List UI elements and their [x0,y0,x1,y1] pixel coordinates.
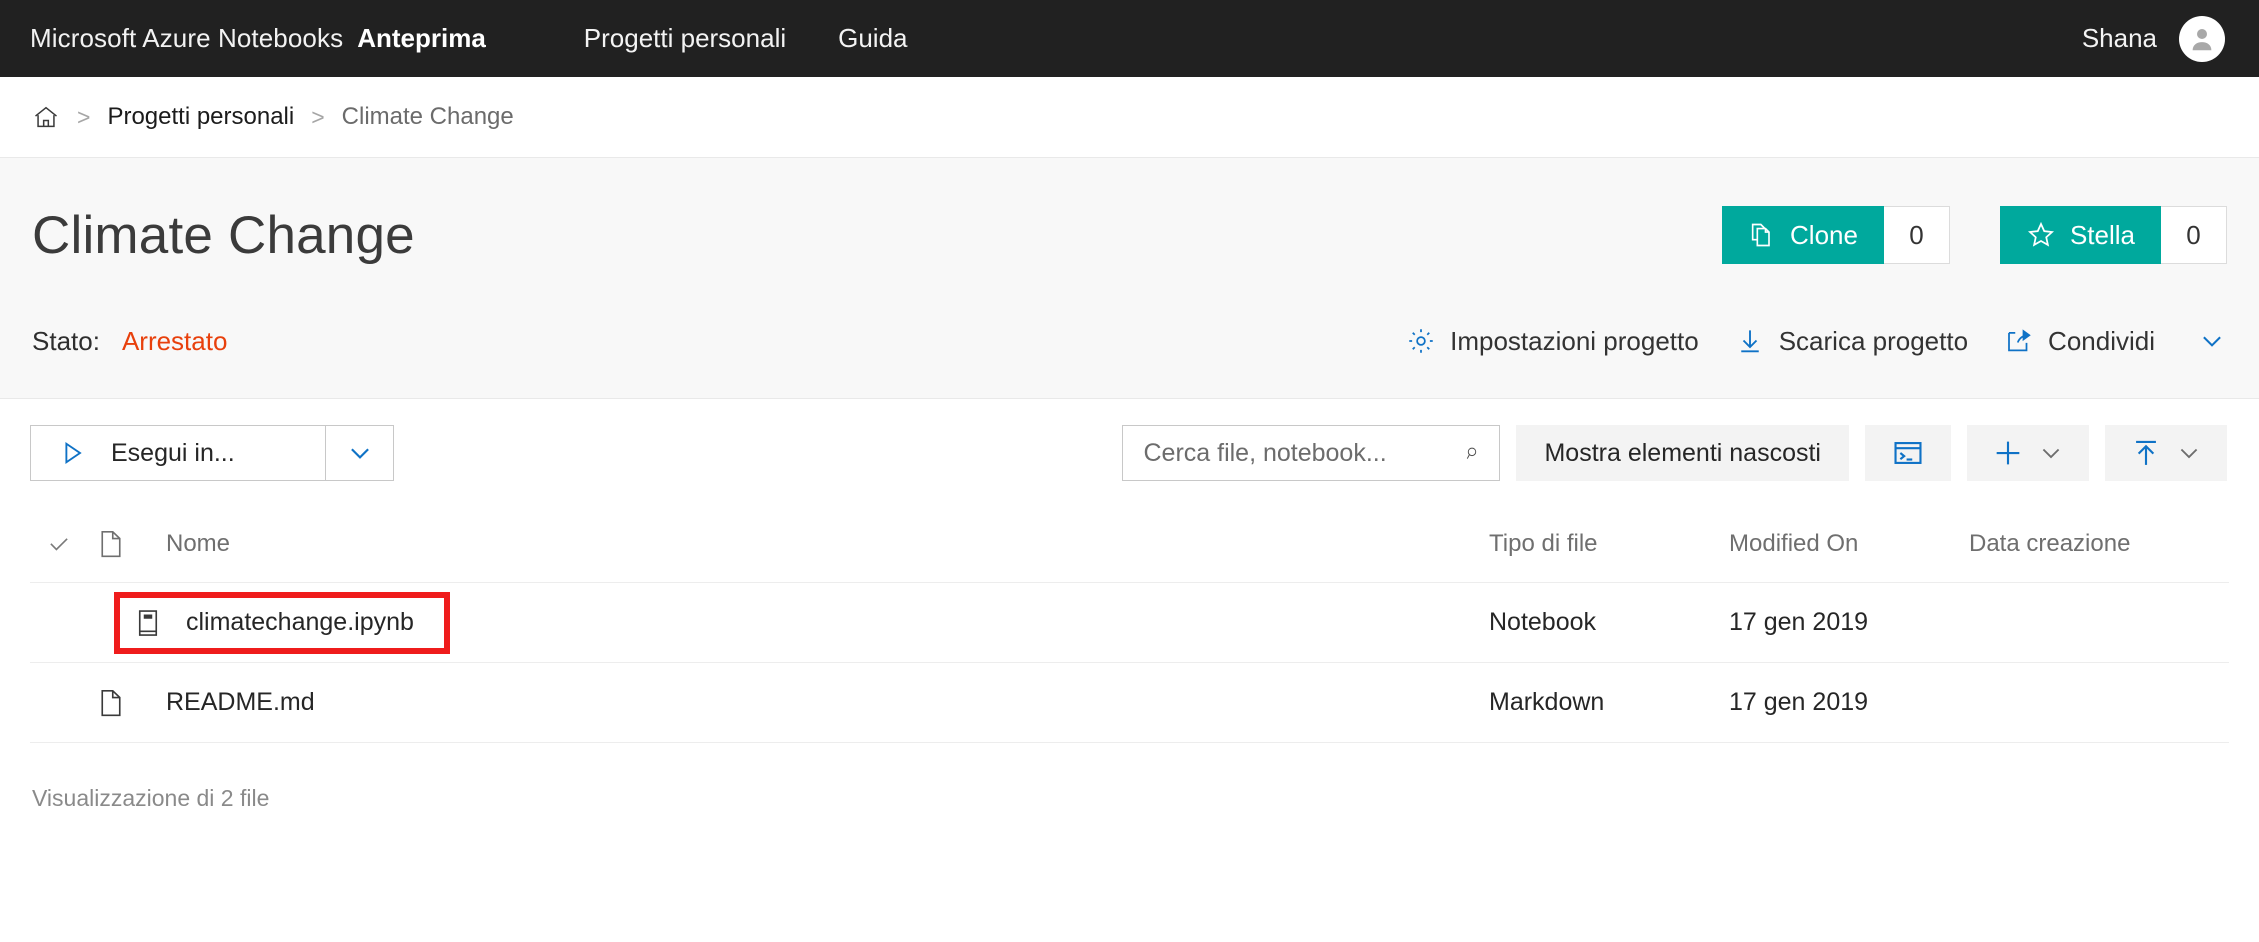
search-input[interactable] [1143,439,1465,468]
column-header-file-type[interactable]: Tipo di file [1489,530,1729,558]
upload-icon [2129,436,2163,470]
chevron-down-icon[interactable] [2175,439,2203,467]
run-in-button[interactable]: Esegui in... [30,425,326,481]
title-row: Climate Change Clone 0 [32,158,2227,298]
download-project-button[interactable]: Scarica progetto [1735,326,1968,357]
brand-logo-text[interactable]: Microsoft Azure Notebooks [30,23,343,54]
avatar[interactable] [2179,16,2225,62]
row-file-type: Notebook [1489,608,1729,637]
new-item-button[interactable] [1967,425,2089,481]
plus-icon [1991,436,2025,470]
star-icon [2026,220,2056,250]
file-icon [98,529,124,559]
row-file-type: Markdown [1489,688,1729,717]
column-header-name[interactable]: Nome [166,530,1489,558]
file-name-link[interactable]: README.md [166,688,315,717]
share-icon [2004,326,2034,356]
file-list-table: Nome Tipo di file Modified On Data creaz… [0,505,2259,743]
show-hidden-items-button[interactable]: Mostra elementi nascosti [1516,425,1849,481]
row-name-cell: README.md [166,688,1489,717]
column-header-modified-on[interactable]: Modified On [1729,530,1969,558]
status-action-links: Impostazioni progetto Scarica progetto C… [1406,326,2227,357]
table-header-row: Nome Tipo di file Modified On Data creaz… [30,505,2229,583]
upload-button[interactable] [2105,425,2227,481]
user-name-label: Shana [2082,23,2157,54]
status-row: Stato: Arrestato Impostazioni progetto S… [32,298,2227,384]
open-terminal-button[interactable] [1865,425,1951,481]
run-dropdown-button[interactable] [326,425,394,481]
row-modified-on: 17 gen 2019 [1729,688,1969,717]
file-toolbar: Esegui in... Mostra elementi nascosti [0,399,2259,505]
top-nav-links: Progetti personali Guida [584,23,908,54]
play-icon [57,438,87,468]
checkmark-icon [46,531,72,557]
star-split-button: Stella 0 [2000,206,2227,264]
select-all-checkbox[interactable] [30,531,98,557]
row-name-cell: climatechange.ipynb [166,592,1489,654]
row-modified-on: 17 gen 2019 [1729,608,1969,637]
breadcrumb-item-current: Climate Change [342,103,514,131]
star-button-label: Stella [2070,220,2135,251]
search-box[interactable] [1122,425,1500,481]
row-file-icon-cell [98,688,166,718]
column-header-file-icon[interactable] [98,529,166,559]
breadcrumb-item-progetti-personali[interactable]: Progetti personali [107,103,294,131]
preview-badge: Anteprima [357,23,486,54]
project-header-band: Climate Change Clone 0 [0,157,2259,399]
download-project-label: Scarica progetto [1779,326,1968,357]
chevron-down-icon [345,438,375,468]
nav-item-guida[interactable]: Guida [838,23,907,54]
file-icon [98,688,124,718]
status-badge: Arrestato [122,326,228,357]
file-count-footer: Visualizzazione di 2 file [0,743,2259,812]
breadcrumb-separator-2: > [311,104,324,131]
share-label: Condividi [2048,326,2155,357]
star-count[interactable]: 0 [2161,206,2227,264]
nav-item-progetti-personali[interactable]: Progetti personali [584,23,786,54]
gear-icon [1406,326,1436,356]
copy-icon [1748,221,1776,249]
project-settings-button[interactable]: Impostazioni progetto [1406,326,1699,357]
user-menu[interactable]: Shana [2082,16,2225,62]
clone-button[interactable]: Clone [1722,206,1884,264]
table-row[interactable]: climatechange.ipynb Notebook 17 gen 2019 [30,583,2229,663]
file-name-link[interactable]: climatechange.ipynb [186,608,414,637]
chevron-down-icon[interactable] [2037,439,2065,467]
clone-count[interactable]: 0 [1884,206,1950,264]
home-icon[interactable] [32,103,60,131]
breadcrumb-separator-1: > [77,104,90,131]
terminal-icon [1891,436,1925,470]
clone-button-label: Clone [1790,220,1858,251]
more-actions-chevron-down-icon[interactable] [2191,326,2227,356]
column-header-created-on[interactable]: Data creazione [1969,530,2229,558]
run-in-label: Esegui in... [111,439,235,468]
breadcrumb: > Progetti personali > Climate Change [0,77,2259,157]
clone-split-button: Clone 0 [1722,206,1950,264]
share-button[interactable]: Condividi [2004,326,2155,357]
project-actions: Clone 0 Stella 0 [1722,206,2227,264]
run-split-button: Esegui in... [30,425,394,481]
search-icon[interactable] [1465,439,1481,467]
page-title: Climate Change [32,205,415,266]
project-settings-label: Impostazioni progetto [1450,326,1699,357]
notebook-icon [134,608,162,638]
status-label: Stato: [32,326,100,357]
top-navigation-bar: Microsoft Azure Notebooks Anteprima Prog… [0,0,2259,77]
download-arrow-icon [1735,326,1765,356]
star-button[interactable]: Stella [2000,206,2161,264]
table-row[interactable]: README.md Markdown 17 gen 2019 [30,663,2229,743]
highlight-box: climatechange.ipynb [114,592,450,654]
person-icon [2187,24,2217,54]
